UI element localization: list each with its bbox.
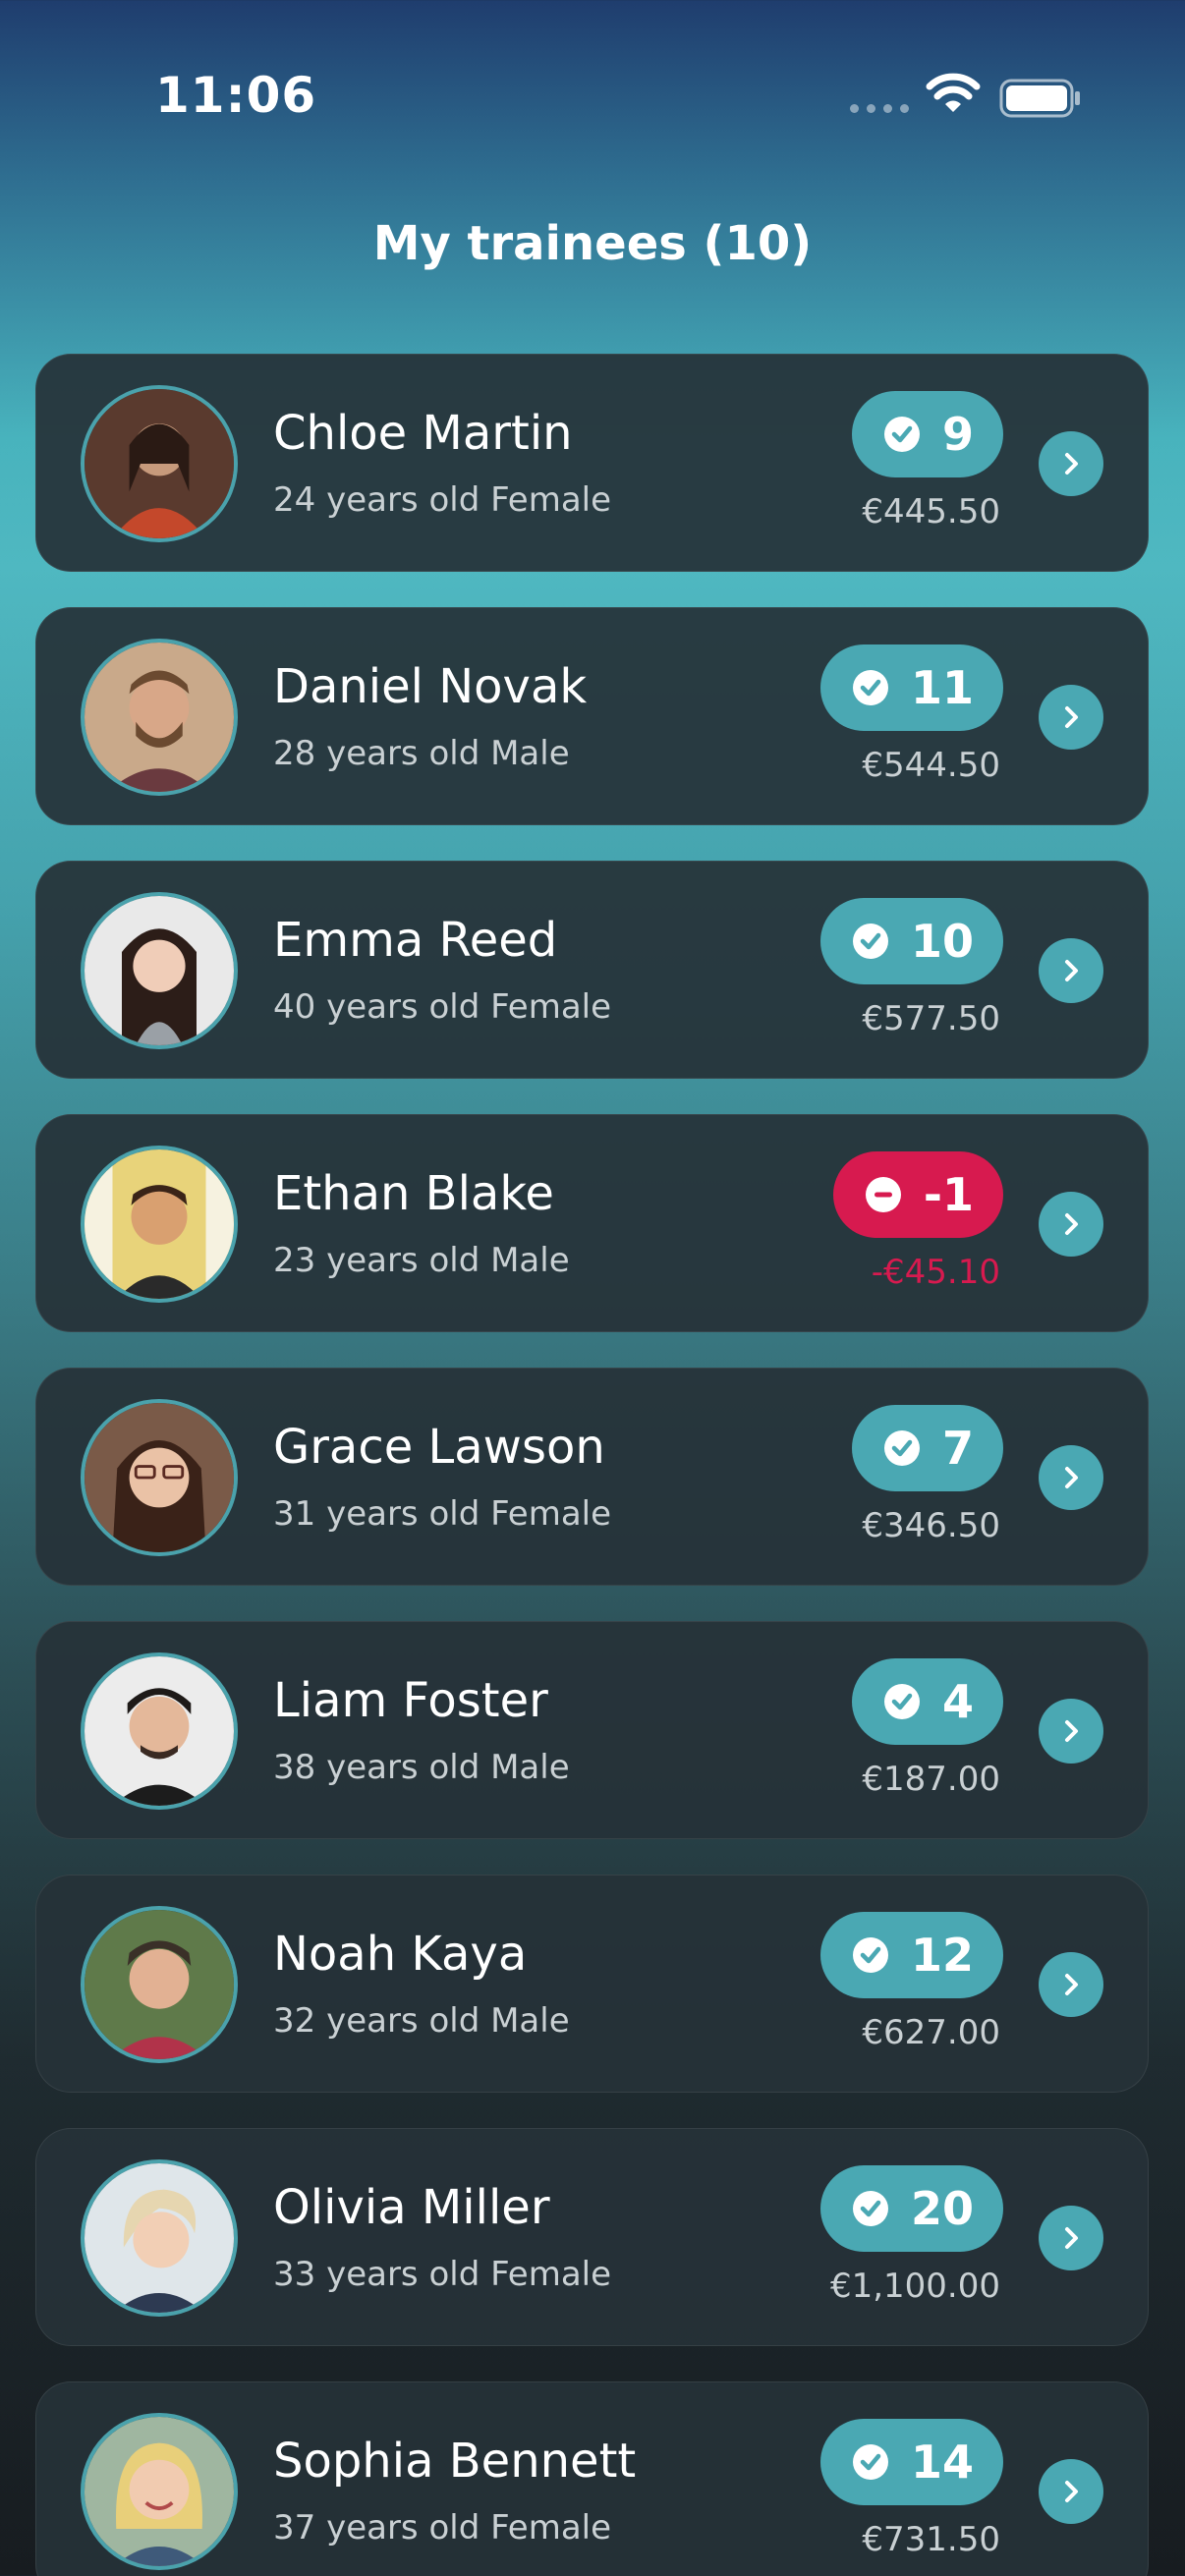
battery-icon xyxy=(999,79,1080,118)
open-trainee-button[interactable] xyxy=(1039,2459,1103,2524)
avatar xyxy=(81,1906,238,2063)
open-trainee-button[interactable] xyxy=(1039,685,1103,750)
balance-amount: €187.00 xyxy=(862,1760,1000,1799)
chevron-right-icon xyxy=(1065,2227,1078,2249)
trainee-details: 40 years old Female xyxy=(273,987,612,1027)
sessions-badge: 10 xyxy=(819,898,1003,984)
trainee-card[interactable]: Grace Lawson 31 years old Female 7 €346.… xyxy=(35,1368,1149,1586)
sessions-badge: 12 xyxy=(819,1912,1003,1998)
trainee-card[interactable]: Ethan Blake 23 years old Male -1 -€45.10 xyxy=(35,1114,1149,1332)
avatar xyxy=(81,1652,238,1810)
avatar xyxy=(81,639,238,796)
balance-amount: €1,100.00 xyxy=(829,2267,1000,2306)
status-time: 11:06 xyxy=(155,67,317,124)
balance-amount: €346.50 xyxy=(862,1506,1000,1545)
wifi-icon xyxy=(926,73,981,112)
trainee-name: Grace Lawson xyxy=(273,1420,605,1475)
check-circle-icon xyxy=(852,2444,888,2480)
open-trainee-button[interactable] xyxy=(1039,938,1103,1003)
open-trainee-button[interactable] xyxy=(1039,431,1103,496)
trainee-name: Sophia Bennett xyxy=(273,2434,637,2489)
trainee-name: Ethan Blake xyxy=(273,1166,554,1221)
trainee-card[interactable]: Chloe Martin 24 years old Female 9 €445.… xyxy=(35,354,1149,572)
trainee-card[interactable]: Emma Reed 40 years old Female 10 €577.50 xyxy=(35,861,1149,1079)
trainee-card[interactable]: Olivia Miller 33 years old Female 20 €1,… xyxy=(35,2128,1149,2346)
sessions-count: 14 xyxy=(910,2436,974,2489)
balance-amount: €445.50 xyxy=(862,492,1000,532)
check-circle-icon xyxy=(852,1937,888,1973)
balance-amount: €577.50 xyxy=(862,999,1000,1038)
sessions-badge: -1 xyxy=(832,1151,1003,1238)
trainee-card[interactable]: Sophia Bennett 37 years old Female 14 €7… xyxy=(35,2381,1149,2576)
sessions-count: 4 xyxy=(941,1675,974,1728)
chevron-right-icon xyxy=(1065,706,1078,728)
trainee-details: 31 years old Female xyxy=(273,1494,612,1534)
page-title: My trainees (10) xyxy=(372,216,813,271)
check-circle-icon xyxy=(852,2191,888,2226)
avatar xyxy=(81,2413,238,2570)
balance-amount: €627.00 xyxy=(862,2013,1000,2052)
chevron-right-icon xyxy=(1065,1213,1078,1235)
avatar xyxy=(81,1146,238,1303)
trainee-card[interactable]: Noah Kaya 32 years old Male 12 €627.00 xyxy=(35,1875,1149,2093)
sessions-count: 10 xyxy=(910,915,974,968)
chevron-right-icon xyxy=(1065,960,1078,981)
avatar xyxy=(81,2159,238,2317)
check-circle-icon xyxy=(852,924,888,959)
open-trainee-button[interactable] xyxy=(1039,1192,1103,1257)
sessions-badge: 7 xyxy=(851,1405,1003,1491)
trainee-details: 23 years old Male xyxy=(273,1241,570,1280)
sessions-count: -1 xyxy=(923,1168,974,1221)
trainee-details: 24 years old Female xyxy=(273,480,612,520)
sessions-badge: 9 xyxy=(851,391,1003,477)
trainee-details: 33 years old Female xyxy=(273,2255,612,2294)
trainee-details: 38 years old Male xyxy=(273,1748,570,1787)
trainee-name: Olivia Miller xyxy=(273,2180,550,2235)
trainee-name: Chloe Martin xyxy=(273,406,573,461)
trainee-details: 32 years old Male xyxy=(273,2001,570,2041)
chevron-right-icon xyxy=(1065,1720,1078,1742)
avatar xyxy=(81,892,238,1049)
chevron-right-icon xyxy=(1065,453,1078,475)
open-trainee-button[interactable] xyxy=(1039,1952,1103,2017)
chevron-right-icon xyxy=(1065,1974,1078,1995)
sessions-count: 9 xyxy=(941,408,974,461)
avatar xyxy=(81,1399,238,1556)
trainee-details: 28 years old Male xyxy=(273,734,570,773)
chevron-right-icon xyxy=(1065,2481,1078,2502)
trainee-name: Noah Kaya xyxy=(273,1927,528,1982)
trainee-name: Daniel Novak xyxy=(273,659,588,714)
sessions-badge: 14 xyxy=(819,2419,1003,2505)
open-trainee-button[interactable] xyxy=(1039,2206,1103,2270)
check-circle-icon xyxy=(883,1684,920,1719)
check-circle-icon xyxy=(883,1430,920,1466)
trainee-card[interactable]: Daniel Novak 28 years old Male 11 €544.5… xyxy=(35,607,1149,825)
check-circle-icon xyxy=(852,670,888,705)
sessions-badge: 4 xyxy=(851,1658,1003,1745)
balance-amount: €544.50 xyxy=(862,746,1000,785)
open-trainee-button[interactable] xyxy=(1039,1445,1103,1510)
cellular-signal-icon xyxy=(850,104,909,113)
sessions-count: 11 xyxy=(910,661,974,714)
chevron-right-icon xyxy=(1065,1467,1078,1488)
status-bar: 11:06 xyxy=(0,0,1185,196)
trainee-card[interactable]: Liam Foster 38 years old Male 4 €187.00 xyxy=(35,1621,1149,1839)
check-circle-icon xyxy=(883,417,920,452)
trainee-details: 37 years old Female xyxy=(273,2508,612,2548)
minus-circle-icon xyxy=(865,1177,901,1212)
open-trainee-button[interactable] xyxy=(1039,1699,1103,1764)
avatar xyxy=(81,385,238,542)
trainee-name: Emma Reed xyxy=(273,913,558,968)
sessions-count: 7 xyxy=(941,1422,974,1475)
balance-amount: €731.50 xyxy=(862,2520,1000,2559)
sessions-count: 20 xyxy=(910,2182,974,2235)
balance-amount: -€45.10 xyxy=(871,1253,1000,1292)
sessions-badge: 11 xyxy=(819,644,1003,731)
sessions-badge: 20 xyxy=(819,2165,1003,2252)
trainee-name: Liam Foster xyxy=(273,1673,548,1728)
sessions-count: 12 xyxy=(910,1929,974,1982)
